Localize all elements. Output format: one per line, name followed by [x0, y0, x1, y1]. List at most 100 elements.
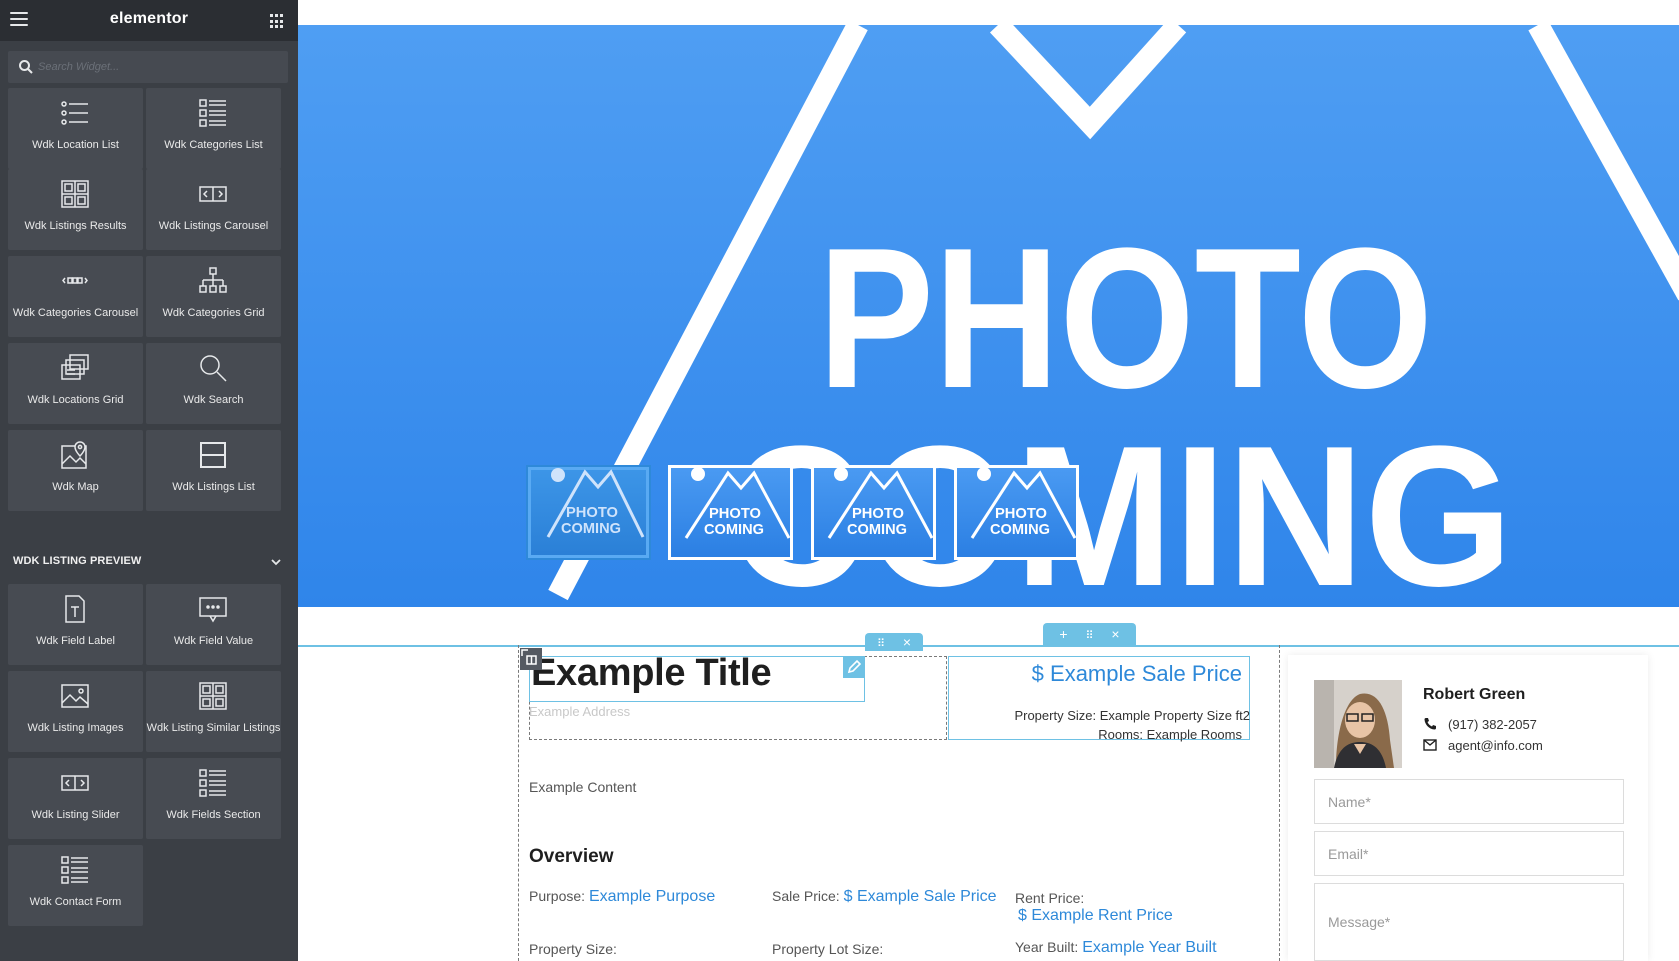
widget-categories-list[interactable]: Wdk Categories List: [146, 88, 281, 169]
widget-listing-similar-listings[interactable]: Wdk Listing Similar Listings: [146, 671, 281, 752]
widget-label: Wdk Listings Carousel: [158, 220, 269, 232]
thumbnail-placeholder: PHOTO COMING: [546, 468, 645, 538]
section-title: WDK LISTING PREVIEW: [13, 555, 142, 567]
thumb-word-2: COMING: [704, 521, 764, 538]
thumb-word-1: PHOTO: [709, 505, 761, 522]
widget-fields-section[interactable]: Wdk Fields Section: [146, 758, 281, 839]
widget-label: Wdk Listings Results: [24, 220, 127, 232]
field-value: $ Example Sale Price: [843, 888, 997, 905]
widgets-grid-icon[interactable]: [270, 14, 285, 29]
map-icon: [61, 441, 87, 469]
field-sale-price: Sale Price: $ Example Sale Price: [772, 888, 997, 906]
field-value: Example Year Built: [1082, 939, 1217, 956]
gallery-thumbnail[interactable]: PHOTO COMING: [811, 465, 936, 560]
envelope-icon: [1423, 739, 1437, 751]
field-label: Purpose:: [529, 888, 586, 904]
search-icon: [200, 355, 227, 382]
agent-email[interactable]: agent@info.com: [1448, 738, 1543, 753]
gallery-thumbnail[interactable]: PHOTO COMING: [526, 465, 651, 560]
column-icon: [521, 649, 537, 665]
widget-label: Wdk Listings List: [172, 481, 255, 493]
widget-label: Wdk Field Value: [173, 635, 254, 647]
field-label: Year Built:: [1015, 939, 1079, 955]
widget-search: [8, 51, 288, 83]
widget-categories-grid[interactable]: Wdk Categories Grid: [146, 256, 281, 337]
widget-label: Wdk Locations Grid: [27, 394, 124, 406]
add-section-icon[interactable]: +: [1051, 623, 1077, 645]
field-value: Example Purpose: [588, 888, 716, 905]
agent-name: Robert Green: [1423, 686, 1526, 703]
field-value: $ Example Rent Price: [1018, 907, 1173, 924]
widget-label: Wdk Location List: [32, 139, 119, 151]
contact-form-icon: [61, 856, 88, 884]
name-field[interactable]: [1314, 779, 1624, 824]
widget-locations-grid[interactable]: Wdk Locations Grid: [8, 343, 143, 424]
email-field[interactable]: [1314, 831, 1624, 876]
widget-listings-carousel[interactable]: Wdk Listings Carousel: [146, 169, 281, 250]
widget-label: Wdk Categories Carousel: [12, 307, 139, 319]
field-year-built: Year Built: Example Year Built: [1015, 939, 1217, 957]
thumb-word-1: PHOTO: [995, 505, 1047, 522]
delete-section-icon[interactable]: ×: [1103, 623, 1129, 645]
widget-listings-results[interactable]: Wdk Listings Results: [8, 169, 143, 250]
widget-contact-form[interactable]: Wdk Contact Form: [8, 845, 143, 926]
column-handle[interactable]: ⠿ ×: [865, 633, 923, 651]
widget-field-label[interactable]: Wdk Field Label: [8, 584, 143, 665]
chevron-down-icon: [271, 559, 281, 566]
widget-listing-slider[interactable]: Wdk Listing Slider: [8, 758, 143, 839]
agent-contact-card: Robert Green (917) 382-2057 agent@info.c…: [1288, 655, 1648, 961]
field-value-icon: [199, 597, 227, 623]
widget-label: Wdk Categories List: [164, 139, 263, 151]
field-label-icon: [65, 595, 85, 623]
column-edit-handle[interactable]: [520, 648, 542, 670]
widget-label: Wdk Categories Grid: [162, 307, 265, 319]
panel-header: elementor: [0, 0, 298, 41]
widget-listing-images[interactable]: Wdk Listing Images: [8, 671, 143, 752]
thumbnail-placeholder: PHOTO COMING: [970, 468, 1076, 539]
widget-listings-list[interactable]: Wdk Listings List: [146, 430, 281, 511]
placeholder-word-1: PHOTO: [818, 207, 1433, 430]
listing-content: Example Content: [529, 779, 637, 795]
widget-search-input[interactable]: [38, 56, 278, 78]
thumb-word-1: PHOTO: [852, 505, 904, 522]
thumbnail-placeholder: PHOTO COMING: [684, 468, 790, 539]
widget-search[interactable]: Wdk Search: [146, 343, 281, 424]
categories-grid-icon: [199, 267, 227, 293]
widget-location-list[interactable]: Wdk Location List: [8, 88, 143, 169]
elementor-panel: elementor Wdk Location List Wdk Categori…: [0, 0, 298, 961]
categories-list-icon: [199, 99, 226, 127]
property-size-line: Property Size: Example Property Size ft2: [1014, 708, 1250, 723]
listings-results-icon: [61, 180, 89, 208]
drag-section-icon[interactable]: ⠿: [1077, 625, 1103, 647]
overview-heading: Overview: [529, 846, 614, 867]
widget-label: Wdk Listing Slider: [31, 809, 120, 821]
drag-column-icon[interactable]: ⠿: [868, 635, 894, 653]
location-list-icon: [61, 101, 88, 125]
listing-images-icon: [61, 684, 89, 708]
section-handle[interactable]: + ⠿ ×: [1043, 623, 1136, 645]
delete-column-icon[interactable]: ×: [894, 633, 920, 651]
message-field[interactable]: [1314, 883, 1624, 961]
widget-categories-carousel[interactable]: Wdk Categories Carousel: [8, 256, 143, 337]
preview-canvas: PHOTO COMING PHOTO COMING PHOTO COMING P…: [298, 0, 1679, 961]
categories-carousel-icon: [62, 277, 88, 284]
rooms-line: Rooms: Example Rooms: [1098, 727, 1242, 742]
agent-phone[interactable]: (917) 382-2057: [1448, 717, 1537, 732]
listings-carousel-icon: [199, 186, 227, 202]
fields-section-icon: [199, 769, 226, 797]
edit-widget-button[interactable]: [843, 656, 865, 678]
section-header[interactable]: WDK LISTING PREVIEW: [0, 548, 298, 576]
widget-label: Wdk Field Label: [36, 635, 115, 647]
pencil-icon: [847, 659, 862, 674]
widget-label: Wdk Search: [183, 394, 244, 406]
widget-field-value[interactable]: Wdk Field Value: [146, 584, 281, 665]
field-property-size: Property Size:: [529, 941, 617, 957]
field-rent-price: Rent Price: $ Example Rent Price: [1015, 890, 1173, 925]
widget-map[interactable]: Wdk Map: [8, 430, 143, 511]
sale-price: $ Example Sale Price: [1031, 661, 1242, 686]
phone-icon: [1424, 718, 1436, 730]
gallery-thumbnail[interactable]: PHOTO COMING: [668, 465, 793, 560]
widget-label: Wdk Listing Images: [27, 722, 124, 734]
gallery-thumbnail[interactable]: PHOTO COMING: [954, 465, 1079, 560]
search-icon: [19, 60, 33, 74]
